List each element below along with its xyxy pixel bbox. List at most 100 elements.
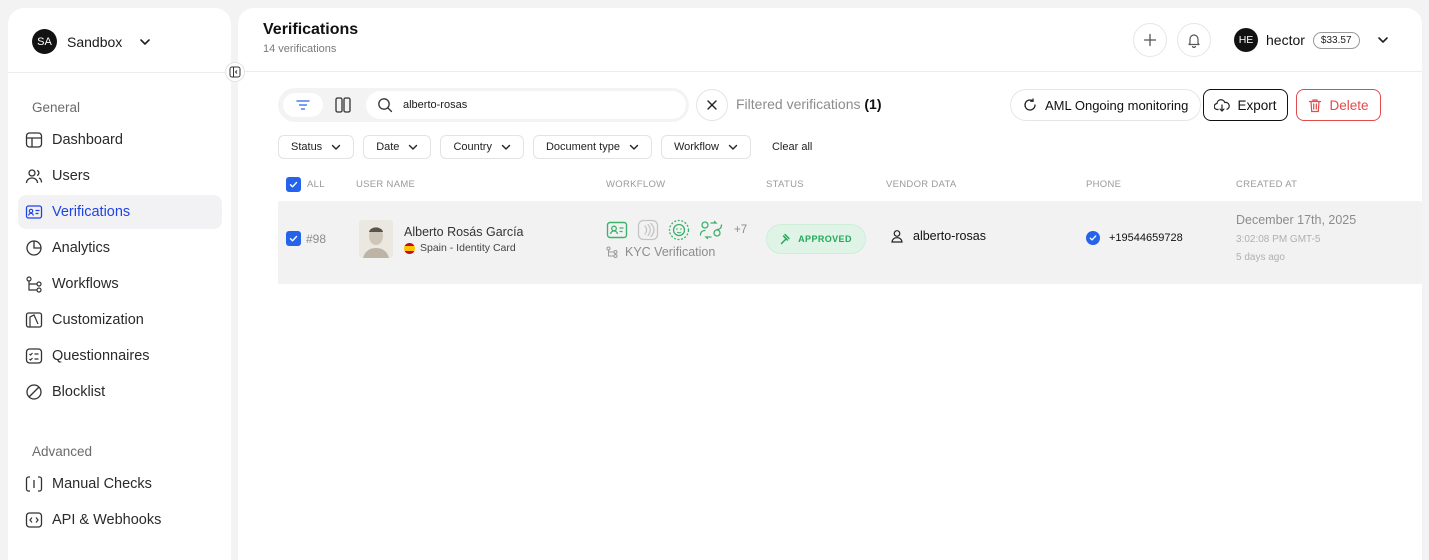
sidebar-item-blocklist[interactable]: Blocklist	[18, 375, 222, 409]
export-button[interactable]: Export	[1203, 89, 1288, 121]
workflow-steps	[606, 219, 723, 241]
sidebar-item-label: Questionnaires	[52, 348, 150, 364]
portrait-image	[359, 220, 393, 258]
filter-country[interactable]: Country	[440, 135, 524, 159]
columns-button[interactable]	[334, 96, 352, 119]
filter-document-type[interactable]: Document type	[532, 135, 652, 159]
created-date: December 17th, 2025	[1236, 213, 1357, 227]
document-info: Spain - Identity Card	[404, 242, 516, 254]
sidebar-item-dashboard[interactable]: Dashboard	[18, 123, 222, 157]
page-title: Verifications	[263, 21, 359, 38]
notifications-button[interactable]	[1177, 23, 1211, 57]
column-header-all: ALL	[307, 179, 325, 190]
column-header-status[interactable]: STATUS	[766, 179, 804, 190]
workspace-avatar: SA	[32, 29, 57, 54]
search-box	[366, 91, 686, 119]
user-menu[interactable]: HE hector $33.57	[1234, 28, 1390, 52]
chevron-down-icon	[140, 38, 151, 45]
user-photo	[359, 220, 393, 258]
column-header-user-name[interactable]: USER NAME	[356, 179, 415, 190]
sidebar-item-verifications[interactable]: Verifications	[18, 195, 222, 229]
sidebar-item-users[interactable]: Users	[18, 159, 222, 193]
filter-date[interactable]: Date	[363, 135, 432, 159]
plus-icon	[1143, 33, 1157, 47]
column-header-phone[interactable]: PHONE	[1086, 179, 1121, 190]
sidebar-section-general: General	[32, 100, 81, 115]
user-name: hector	[1266, 32, 1305, 48]
check-icon	[289, 181, 298, 188]
chevron-down-icon	[331, 144, 341, 150]
clear-all-filters[interactable]: Clear all	[772, 141, 812, 153]
columns-icon	[335, 97, 351, 113]
dashboard-icon	[25, 132, 43, 148]
column-header-vendor-data[interactable]: VENDOR DATA	[886, 179, 957, 190]
nfc-icon	[637, 219, 659, 241]
sidebar-toggle-icon	[229, 66, 241, 78]
chevron-down-icon	[1377, 37, 1388, 43]
close-icon	[707, 100, 717, 110]
created-ago: 5 days ago	[1236, 252, 1285, 263]
vendor-value: alberto-rosas	[913, 229, 986, 243]
filter-status[interactable]: Status	[278, 135, 355, 159]
chip-label: Date	[376, 141, 400, 153]
sidebar-item-label: Users	[52, 168, 90, 184]
select-all-checkbox[interactable]	[286, 177, 301, 192]
created-time: 3:02:08 PM GMT-5	[1236, 234, 1321, 245]
vendor-data: alberto-rosas	[890, 229, 986, 243]
document-label: Spain - Identity Card	[420, 242, 516, 254]
select-all[interactable]: ALL	[286, 177, 325, 192]
search-input[interactable]	[403, 99, 653, 111]
users-icon	[25, 169, 43, 184]
manual-check-icon	[25, 476, 43, 492]
bell-icon	[1188, 34, 1200, 48]
user-avatar: HE	[1234, 28, 1258, 52]
aml-label: AML Ongoing monitoring	[1045, 97, 1189, 113]
sidebar-collapse-button[interactable]	[225, 62, 245, 82]
workflow-icon	[26, 276, 42, 293]
page-subtitle: 14 verifications	[263, 43, 337, 55]
code-icon	[25, 512, 43, 528]
refresh-icon	[1024, 98, 1036, 111]
block-icon	[26, 384, 42, 400]
status-badge: APPROVED	[766, 224, 866, 254]
filter-toggle-button[interactable]	[283, 93, 323, 117]
column-header-created-at[interactable]: CREATED AT	[1236, 179, 1297, 190]
filter-chips: Status Date Country Document type Workfl…	[278, 135, 812, 159]
check-icon	[289, 235, 298, 242]
sidebar-item-workflows[interactable]: Workflows	[18, 267, 222, 301]
sidebar-item-api-webhooks[interactable]: API & Webhooks	[18, 503, 222, 537]
sidebar-item-label: Manual Checks	[52, 476, 152, 492]
verification-id: #98	[306, 232, 327, 246]
workflow-name: KYC Verification	[606, 245, 715, 259]
checklist-icon	[25, 348, 43, 364]
filter-workflow[interactable]: Workflow	[660, 135, 751, 159]
liveness-icon	[668, 219, 690, 241]
sidebar-item-analytics[interactable]: Analytics	[18, 231, 222, 265]
workspace-switcher[interactable]: SA Sandbox	[32, 29, 152, 54]
sidebar-item-label: Verifications	[52, 204, 131, 220]
sidebar-divider	[8, 72, 231, 73]
workflow-label: KYC Verification	[625, 245, 716, 259]
delete-button[interactable]: Delete	[1296, 89, 1381, 121]
face-match-icon	[699, 220, 723, 240]
sidebar-item-customization[interactable]: Customization	[18, 303, 222, 337]
sidebar-item-questionnaires[interactable]: Questionnaires	[18, 339, 222, 373]
spain-flag-icon	[404, 242, 415, 254]
phone-value: +19544659728	[1109, 232, 1183, 244]
filter-icon	[296, 100, 310, 110]
sidebar: SA Sandbox General Dashboard Users Verif…	[8, 8, 231, 560]
user-icon	[891, 230, 903, 243]
sidebar-item-label: Dashboard	[52, 132, 123, 148]
sidebar-item-manual-checks[interactable]: Manual Checks	[18, 467, 222, 501]
sidebar-item-label: API & Webhooks	[52, 512, 162, 528]
column-header-workflow[interactable]: WORKFLOW	[606, 179, 665, 190]
chevron-down-icon	[409, 144, 418, 150]
chip-label: Country	[453, 141, 492, 153]
row-checkbox[interactable]	[286, 231, 301, 246]
user-full-name: Alberto Rosás García	[404, 225, 524, 239]
status-label: APPROVED	[798, 234, 852, 244]
aml-monitoring-button[interactable]: AML Ongoing monitoring	[1010, 89, 1202, 121]
filtered-count-label: Filtered verifications (1)	[736, 96, 882, 112]
clear-search-button[interactable]	[696, 89, 728, 121]
add-button[interactable]	[1133, 23, 1167, 57]
